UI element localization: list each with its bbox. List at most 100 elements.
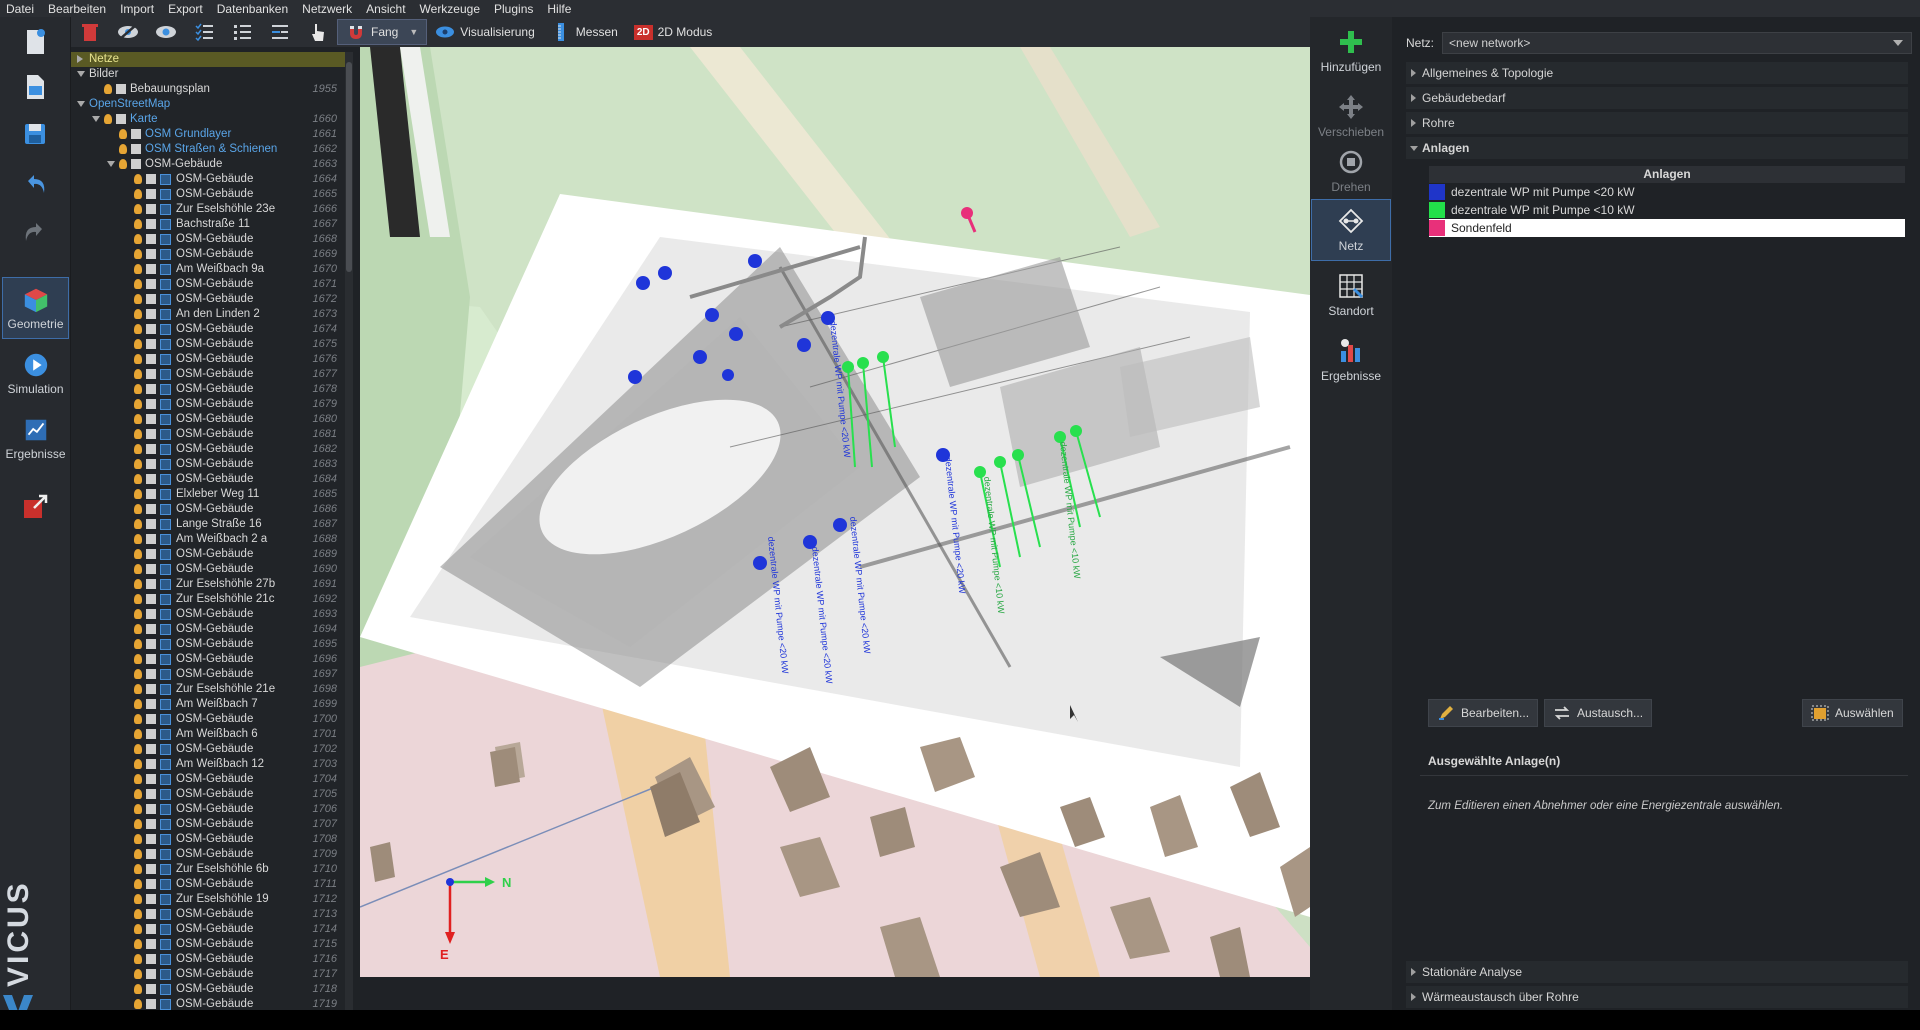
tree-item[interactable]: Bachstraße 11 1667	[71, 217, 349, 232]
table-row[interactable]: dezentrale WP mit Pumpe <10 kW	[1429, 201, 1905, 219]
tree-item[interactable]: OSM-Gebäude 1672	[71, 292, 349, 307]
scene-3d[interactable]: dezentrale WP mit Pumpe <20 kW dezentral…	[360, 47, 1310, 977]
tree-item[interactable]: OSM-Gebäude 1679	[71, 397, 349, 412]
tree-item[interactable]: OSM-Gebäude 1668	[71, 232, 349, 247]
tree-item[interactable]: OSM-Gebäude 1663	[71, 157, 349, 172]
tree-item[interactable]: OSM-Gebäude 1681	[71, 427, 349, 442]
selection-checkbox[interactable]	[146, 489, 156, 499]
visibility-bulb-icon[interactable]	[134, 699, 142, 709]
selection-checkbox[interactable]	[131, 159, 141, 169]
tree-item[interactable]: Zur Eselshöhle 19 1712	[71, 892, 349, 907]
selection-checkbox[interactable]	[146, 894, 156, 904]
tree-scrollbar[interactable]	[345, 52, 353, 1010]
save-button[interactable]	[10, 114, 60, 154]
selection-checkbox[interactable]	[116, 84, 126, 94]
tree-item[interactable]: An den Linden 2 1673	[71, 307, 349, 322]
delete-button[interactable]	[71, 17, 109, 47]
tree-item[interactable]: OSM-Gebäude 1708	[71, 832, 349, 847]
tree-item[interactable]: OSM-Gebäude 1711	[71, 877, 349, 892]
selection-checkbox[interactable]	[146, 984, 156, 994]
visibility-bulb-icon[interactable]	[134, 624, 142, 634]
selection-checkbox[interactable]	[146, 594, 156, 604]
selection-checkbox[interactable]	[146, 534, 156, 544]
open-file-button[interactable]	[10, 67, 60, 107]
tree-item[interactable]: OSM-Gebäude 1713	[71, 907, 349, 922]
selection-checkbox[interactable]	[146, 279, 156, 289]
tree-item[interactable]: OSM Grundlayer 1661	[71, 127, 349, 142]
selection-checkbox[interactable]	[146, 849, 156, 859]
visibility-bulb-icon[interactable]	[134, 744, 142, 754]
invert-selection-button[interactable]	[261, 17, 299, 47]
selection-checkbox[interactable]	[146, 789, 156, 799]
tree-item[interactable]: OSM-Gebäude 1715	[71, 937, 349, 952]
selection-checkbox[interactable]	[146, 729, 156, 739]
visibility-bulb-icon[interactable]	[134, 399, 142, 409]
tree-item[interactable]: OSM-Gebäude 1709	[71, 847, 349, 862]
selection-checkbox[interactable]	[146, 384, 156, 394]
tree-item[interactable]: OSM-Gebäude 1717	[71, 967, 349, 982]
visibility-bulb-icon[interactable]	[134, 459, 142, 469]
visibility-bulb-icon[interactable]	[134, 354, 142, 364]
selection-checkbox[interactable]	[146, 774, 156, 784]
undo-button[interactable]	[10, 164, 60, 204]
section-stationary-analysis[interactable]: Stationäre Analyse	[1406, 961, 1908, 983]
selection-checkbox[interactable]	[146, 624, 156, 634]
selection-checkbox[interactable]	[146, 519, 156, 529]
tree-item[interactable]: OSM-Gebäude 1674	[71, 322, 349, 337]
selection-checkbox[interactable]	[146, 414, 156, 424]
tree-item[interactable]: OSM-Gebäude 1665	[71, 187, 349, 202]
tree-item[interactable]: OSM-Gebäude 1718	[71, 982, 349, 997]
selection-checkbox[interactable]	[146, 339, 156, 349]
selection-checkbox[interactable]	[146, 864, 156, 874]
visibility-bulb-icon[interactable]	[134, 534, 142, 544]
pointer-button[interactable]	[299, 17, 337, 47]
tree-item[interactable]: OSM-Gebäude 1676	[71, 352, 349, 367]
visibility-bulb-icon[interactable]	[134, 549, 142, 559]
menu-bearbeiten[interactable]: Bearbeiten	[48, 2, 106, 16]
network-tool[interactable]: Netz	[1311, 199, 1391, 261]
visibility-bulb-icon[interactable]	[134, 189, 142, 199]
visibility-bulb-icon[interactable]	[134, 804, 142, 814]
selection-checkbox[interactable]	[146, 309, 156, 319]
visibility-bulb-icon[interactable]	[134, 444, 142, 454]
visibility-bulb-icon[interactable]	[134, 609, 142, 619]
deselect-button[interactable]	[223, 17, 261, 47]
select-all-button[interactable]	[185, 17, 223, 47]
selection-checkbox[interactable]	[146, 459, 156, 469]
visibility-bulb-icon[interactable]	[134, 234, 142, 244]
selection-checkbox[interactable]	[146, 294, 156, 304]
selection-checkbox[interactable]	[146, 714, 156, 724]
tree-item[interactable]: OSM-Gebäude 1706	[71, 802, 349, 817]
tree-item[interactable]: OSM-Gebäude 1695	[71, 637, 349, 652]
visibility-bulb-icon[interactable]	[134, 969, 142, 979]
visibility-bulb-icon[interactable]	[134, 984, 142, 994]
visibility-bulb-icon[interactable]	[134, 999, 142, 1009]
tree-item[interactable]: OSM-Gebäude 1682	[71, 442, 349, 457]
visibility-bulb-icon[interactable]	[134, 759, 142, 769]
section-general[interactable]: Allgemeines & Topologie	[1406, 62, 1908, 84]
selection-checkbox[interactable]	[146, 939, 156, 949]
tree-item[interactable]: OSM-Gebäude 1677	[71, 367, 349, 382]
chevron-down-icon[interactable]	[107, 161, 115, 167]
section-plants[interactable]: Anlagen	[1406, 137, 1908, 159]
nav-geometry[interactable]: Geometrie	[2, 277, 69, 339]
measure-button[interactable]: Messen	[543, 19, 626, 45]
redo-button[interactable]	[10, 212, 60, 252]
selection-checkbox[interactable]	[146, 819, 156, 829]
selection-checkbox[interactable]	[146, 909, 156, 919]
visibility-bulb-icon[interactable]	[134, 429, 142, 439]
edit-button[interactable]: Bearbeiten...	[1428, 699, 1539, 727]
visibility-bulb-icon[interactable]	[134, 264, 142, 274]
visibility-bulb-icon[interactable]	[134, 924, 142, 934]
visibility-bulb-icon[interactable]	[134, 849, 142, 859]
selection-checkbox[interactable]	[146, 924, 156, 934]
visibility-bulb-icon[interactable]	[119, 144, 127, 154]
visibility-bulb-icon[interactable]	[134, 474, 142, 484]
tree-item[interactable]: Zur Eselshöhle 27b 1691	[71, 577, 349, 592]
selection-checkbox[interactable]	[146, 804, 156, 814]
move-tool[interactable]: Verschieben	[1310, 85, 1392, 147]
tree-item[interactable]: Zur Eselshöhle 6b 1710	[71, 862, 349, 877]
tree-item[interactable]: Am Weißbach 12 1703	[71, 757, 349, 772]
visibility-bulb-icon[interactable]	[134, 519, 142, 529]
visibility-bulb-icon[interactable]	[134, 789, 142, 799]
